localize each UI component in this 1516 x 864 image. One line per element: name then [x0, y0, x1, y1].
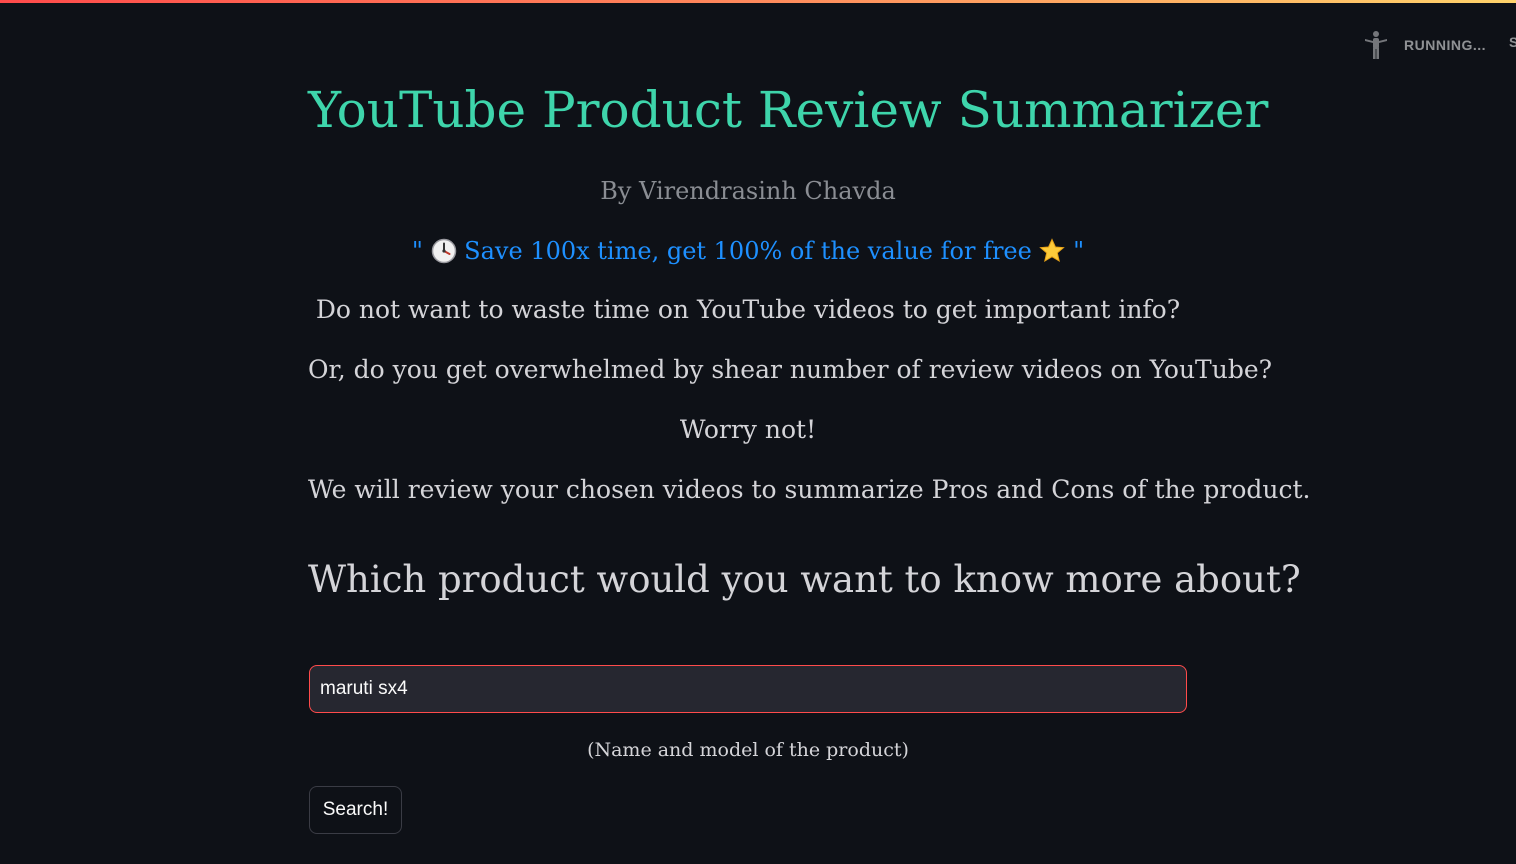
- intro-line-4: We will review your chosen videos to sum…: [308, 475, 1311, 504]
- input-caption: (Name and model of the product): [587, 739, 909, 761]
- status-text: RUNNING...: [1404, 37, 1486, 53]
- tagline-open-quote: ": [411, 237, 423, 265]
- running-figure-icon: [1365, 31, 1387, 59]
- intro-line-2: Or, do you get overwhelmed by shear numb…: [308, 355, 1273, 384]
- status-menu-cutoff: S: [1509, 34, 1516, 50]
- product-search-field[interactable]: [309, 665, 1187, 713]
- author-byline: By Virendrasinh Chavda: [600, 177, 896, 205]
- tagline-text: Save 100x time, get 100% of the value fo…: [464, 237, 1032, 265]
- intro-line-1: Do not want to waste time on YouTube vid…: [315, 295, 1181, 324]
- top-decoration-bar: [0, 0, 1516, 3]
- star-emoji-icon: [1039, 238, 1066, 263]
- search-button[interactable]: Search!: [309, 786, 402, 834]
- product-search-input[interactable]: [320, 678, 1186, 700]
- status-widget: RUNNING...: [1362, 30, 1486, 60]
- tagline-close-quote: ": [1073, 237, 1085, 265]
- page-title: YouTube Product Review Summarizer: [308, 81, 1269, 139]
- tagline: " Save 100x time, get 100% of the value …: [308, 235, 1188, 267]
- intro-line-3: Worry not!: [679, 415, 817, 444]
- product-question-heading: Which product would you want to know mor…: [308, 558, 1301, 601]
- clock-emoji-icon: [431, 238, 456, 264]
